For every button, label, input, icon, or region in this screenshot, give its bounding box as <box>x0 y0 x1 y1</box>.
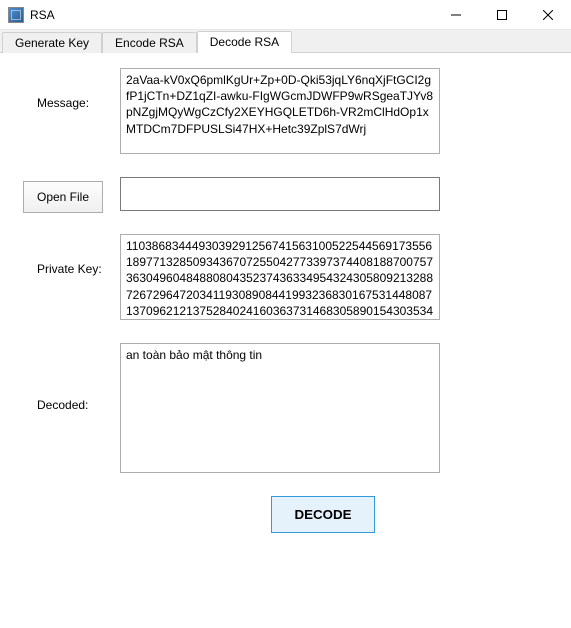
openfile-row: Open File <box>15 177 546 216</box>
title-bar-left: RSA <box>8 7 55 23</box>
window-title: RSA <box>30 8 55 22</box>
decoded-output[interactable] <box>120 343 440 473</box>
tab-encode-rsa[interactable]: Encode RSA <box>102 32 197 53</box>
window-controls <box>433 0 571 29</box>
privatekey-label: Private Key: <box>15 234 120 276</box>
decoded-label: Decoded: <box>15 343 120 412</box>
tab-decode-rsa[interactable]: Decode RSA <box>197 31 292 53</box>
openfile-button-wrap: Open File <box>15 181 120 213</box>
openfile-field-wrap <box>120 177 546 216</box>
minimize-button[interactable] <box>433 0 479 29</box>
privatekey-input[interactable] <box>120 234 440 320</box>
decoded-field-wrap <box>120 343 546 478</box>
privatekey-field-wrap <box>120 234 546 325</box>
tab-content: Message: Open File Private Key: Decoded:… <box>0 53 571 548</box>
decode-button[interactable]: DECODE <box>271 496 374 533</box>
tab-bar: Generate Key Encode RSA Decode RSA <box>0 30 571 53</box>
privatekey-row: Private Key: <box>15 234 546 325</box>
decoded-row: Decoded: <box>15 343 546 478</box>
close-button[interactable] <box>525 0 571 29</box>
message-label: Message: <box>15 68 120 110</box>
tab-generate-key[interactable]: Generate Key <box>2 32 102 53</box>
open-file-button[interactable]: Open File <box>23 181 103 213</box>
message-row: Message: <box>15 68 546 159</box>
title-bar: RSA <box>0 0 571 30</box>
maximize-button[interactable] <box>479 0 525 29</box>
file-path-input[interactable] <box>120 177 440 211</box>
app-icon <box>8 7 24 23</box>
message-input[interactable] <box>120 68 440 154</box>
message-field-wrap <box>120 68 546 159</box>
decode-button-row: DECODE <box>15 496 546 533</box>
